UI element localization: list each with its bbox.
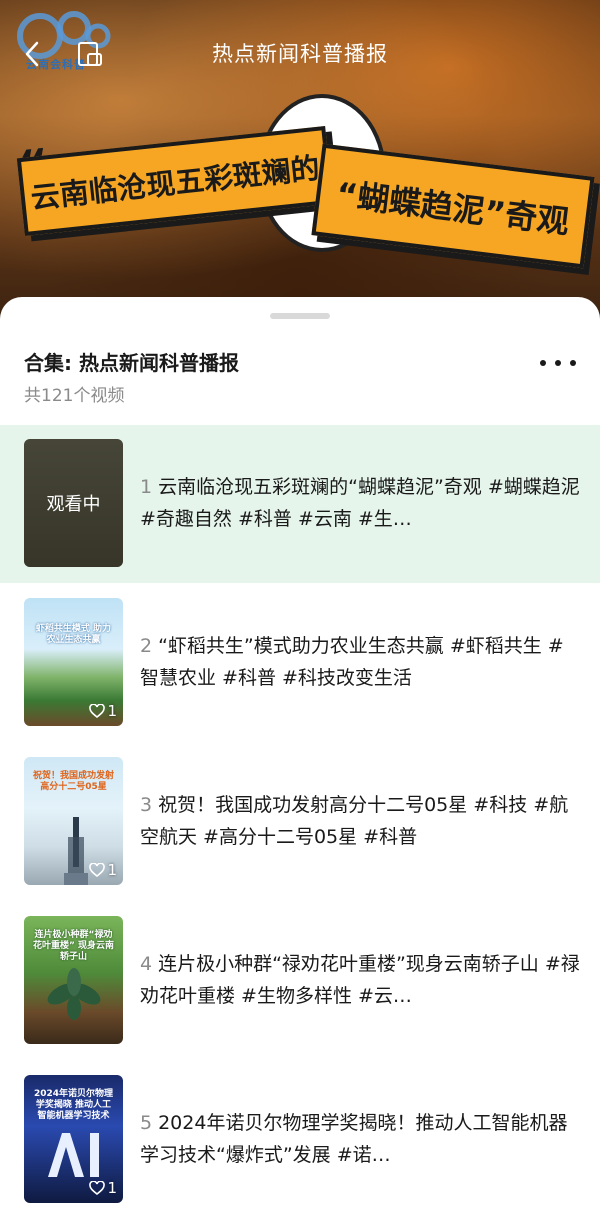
- item-number: 3: [140, 794, 153, 816]
- like-count-value: 1: [107, 861, 117, 879]
- banner-right-text: “蝴蝶趋泥”奇观: [334, 174, 572, 242]
- heart-icon: [89, 863, 106, 877]
- list-item[interactable]: 连片极小种群“禄劝花叶重楼” 现身云南轿子山 4 连片极小种群“禄劝花叶重楼”现身…: [0, 902, 600, 1060]
- item-text: “虾稻共生”模式助力农业生态共赢 #虾稻共生 #智慧农业 #科普 #科技改变生活: [140, 635, 564, 689]
- ai-letters-graphic: [48, 1133, 99, 1177]
- collection-sheet: 合集: 热点新闻科普播报 共121个视频 观看中 1 云南临沧现五彩斑斓的“蝴蝶趋…: [0, 297, 600, 1229]
- video-thumbnail[interactable]: 2024年诺贝尔物理学奖揭晓 推动人工智能机器学习技术 1: [24, 1075, 123, 1203]
- item-text: 连片极小种群“禄劝花叶重楼”现身云南轿子山 #禄劝花叶重楼 #生物多样性 #云…: [140, 953, 580, 1007]
- video-title: 5 2024年诺贝尔物理学奖揭晓！推动人工智能机器学习技术“爆炸式”发展 #诺…: [140, 1107, 580, 1171]
- more-dot-icon: [540, 360, 546, 366]
- thumbnail-caption: 虾稻共生模式 助力农业生态共赢: [35, 624, 112, 645]
- video-title: 1 云南临沧现五彩斑斓的“蝴蝶趋泥”奇观 #蝴蝶趋泥 #奇趣自然 #科普 #云南 …: [140, 471, 580, 535]
- video-thumbnail[interactable]: 连片极小种群“禄劝花叶重楼” 现身云南轿子山: [24, 916, 123, 1044]
- video-thumbnail[interactable]: 祝贺！我国成功发射 高分十二号05星 1: [24, 757, 123, 885]
- like-count: 1: [89, 1179, 117, 1197]
- banner-left-text: 云南临沧现五彩斑斓的: [29, 150, 322, 216]
- video-title: 3 祝贺！我国成功发射高分十二号05星 #科技 #航空航天 #高分十二号05星 #…: [140, 789, 580, 853]
- thumbnail-caption: 2024年诺贝尔物理学奖揭晓 推动人工智能机器学习技术: [33, 1089, 114, 1121]
- collection-count: 共121个视频: [24, 386, 125, 406]
- list-item[interactable]: 祝贺！我国成功发射 高分十二号05星 1 3 祝贺！我国成功发射高分十二号05星 …: [0, 743, 600, 901]
- now-watching-overlay: 观看中: [24, 439, 123, 567]
- item-number: 4: [140, 953, 153, 975]
- collection-title: 合集: 热点新闻科普播报: [24, 351, 239, 375]
- like-count-value: 1: [107, 702, 117, 720]
- more-dot-icon: [570, 360, 576, 366]
- heart-icon: [89, 704, 106, 718]
- video-title: 4 连片极小种群“禄劝花叶重楼”现身云南轿子山 #禄劝花叶重楼 #生物多样性 #云…: [140, 948, 580, 1012]
- like-count: 1: [89, 702, 117, 720]
- like-count-value: 1: [107, 1179, 117, 1197]
- video-thumbnail[interactable]: 观看中: [24, 439, 123, 567]
- banner-right: “蝴蝶趋泥”奇观: [311, 143, 595, 269]
- video-title: 2 “虾稻共生”模式助力农业生态共赢 #虾稻共生 #智慧农业 #科普 #科技改变生…: [140, 630, 580, 694]
- item-number: 5: [140, 1112, 153, 1134]
- video-thumbnail[interactable]: 虾稻共生模式 助力农业生态共赢 1: [24, 598, 123, 726]
- more-options-button[interactable]: [540, 353, 576, 373]
- item-text: 2024年诺贝尔物理学奖揭晓！推动人工智能机器学习技术“爆炸式”发展 #诺…: [140, 1112, 568, 1166]
- list-item[interactable]: 虾稻共生模式 助力农业生态共赢 1 2 “虾稻共生”模式助力农业生态共赢 #虾稻共…: [0, 584, 600, 742]
- list-item[interactable]: 观看中 1 云南临沧现五彩斑斓的“蝴蝶趋泥”奇观 #蝴蝶趋泥 #奇趣自然 #科普 …: [0, 425, 600, 583]
- thumbnail-caption: 祝贺！我国成功发射 高分十二号05星: [32, 771, 114, 792]
- item-number: 1: [140, 476, 153, 498]
- plant-leaves-icon: [47, 968, 101, 1020]
- thumbnail-caption: 连片极小种群“禄劝花叶重楼” 现身云南轿子山: [32, 930, 115, 962]
- video-player-area[interactable]: 云南会科普 热点新闻科普播报 “ 云南临沧现五彩斑斓的 “蝴蝶趋泥”奇观: [0, 0, 600, 330]
- item-text: 云南临沧现五彩斑斓的“蝴蝶趋泥”奇观 #蝴蝶趋泥 #奇趣自然 #科普 #云南 #…: [140, 476, 580, 530]
- item-text: 祝贺！我国成功发射高分十二号05星 #科技 #航空航天 #高分十二号05星 #科…: [140, 794, 569, 848]
- list-item[interactable]: 2024年诺贝尔物理学奖揭晓 推动人工智能机器学习技术 1 5 2024年诺贝尔物…: [0, 1061, 600, 1219]
- more-dot-icon: [555, 360, 561, 366]
- sheet-drag-handle[interactable]: [270, 313, 330, 319]
- item-number: 2: [140, 635, 153, 657]
- like-count: 1: [89, 861, 117, 879]
- heart-icon: [89, 1181, 106, 1195]
- rocket-icon: [64, 817, 88, 885]
- page-title: 热点新闻科普播报: [212, 42, 388, 66]
